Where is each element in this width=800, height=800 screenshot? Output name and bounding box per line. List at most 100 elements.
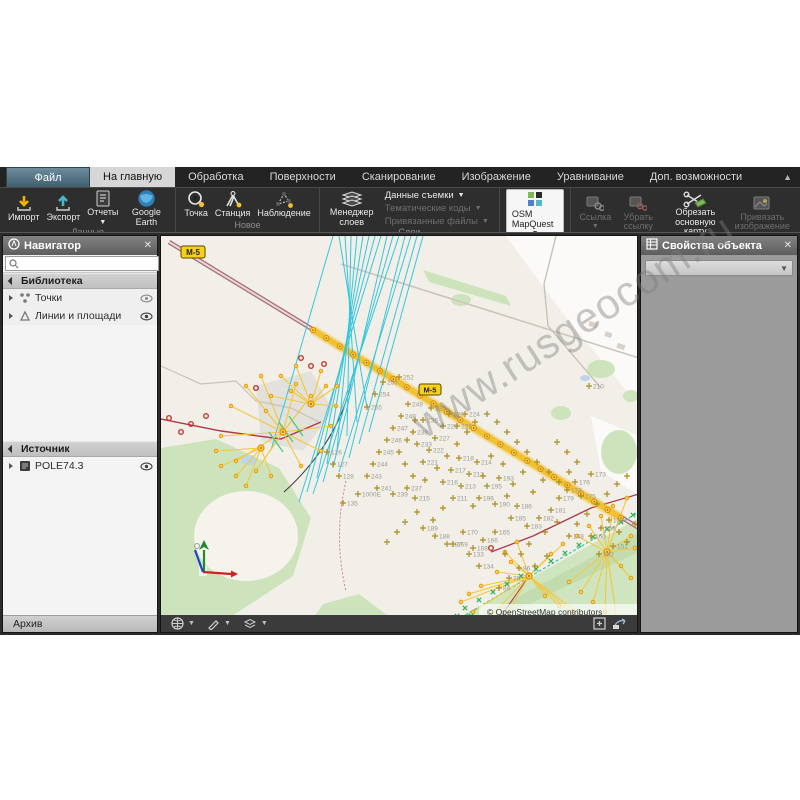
svg-text:186: 186: [521, 504, 532, 511]
svg-text:127: 127: [337, 462, 348, 469]
tab-processing[interactable]: Обработка: [175, 167, 256, 187]
svg-text:196: 196: [483, 496, 494, 503]
add-view-icon[interactable]: [593, 617, 606, 630]
svg-text:158: 158: [605, 526, 616, 533]
import-button[interactable]: Импорт: [6, 194, 41, 223]
svg-text:237: 237: [411, 486, 422, 493]
svg-text:213: 213: [465, 484, 476, 491]
image-icon: [753, 194, 771, 213]
layer-manager-button[interactable]: Менеджер слоев: [326, 189, 378, 227]
object-selector-dropdown[interactable]: ▼: [645, 260, 793, 276]
osm-mapquest-button[interactable]: OSM MapQuest▼: [506, 189, 565, 232]
observation-button[interactable]: Наблюдение: [255, 190, 312, 219]
svg-text:222: 222: [433, 448, 444, 455]
navigator-search[interactable]: [5, 256, 159, 271]
tab-file[interactable]: Файл: [6, 167, 90, 187]
properties-icon: [646, 238, 658, 253]
svg-text:128: 128: [343, 474, 354, 481]
svg-text:214: 214: [481, 460, 492, 467]
tree-item-source-file[interactable]: POLE74.3: [3, 457, 157, 475]
svg-text:236: 236: [427, 418, 438, 425]
svg-text:148: 148: [573, 534, 584, 541]
search-icon: [9, 259, 19, 269]
osm-attribution: © OpenStreetMap contributors: [487, 607, 602, 615]
tab-adjustment[interactable]: Уравнивание: [544, 167, 637, 187]
google-earth-button[interactable]: Google Earth: [123, 189, 169, 227]
pencil-icon: [207, 617, 220, 630]
export-button[interactable]: Экспорт: [44, 194, 82, 223]
station-button[interactable]: Станция: [213, 190, 253, 219]
tab-image[interactable]: Изображение: [449, 167, 544, 187]
archive-bar[interactable]: Архив: [3, 615, 157, 632]
close-icon[interactable]: ✕: [144, 240, 152, 251]
svg-text:211: 211: [457, 496, 468, 503]
pan-mode-icon[interactable]: [612, 617, 627, 630]
svg-text:166: 166: [487, 538, 498, 545]
export-icon: [54, 194, 72, 213]
observation-icon: [274, 190, 294, 209]
lines-item-icon: [19, 310, 31, 322]
reports-icon: [95, 189, 111, 208]
road-badge-m5-2: М-5: [419, 384, 441, 395]
tab-home[interactable]: На главную: [90, 167, 175, 187]
svg-text:86: 86: [503, 586, 511, 593]
svg-text:235: 235: [435, 406, 446, 413]
expand-icon[interactable]: [9, 295, 13, 301]
svg-text:239: 239: [397, 492, 408, 499]
svg-text:1000E: 1000E: [362, 492, 381, 499]
navigator-icon: [8, 238, 20, 253]
svg-text:96: 96: [523, 566, 531, 573]
svg-text:245: 245: [383, 450, 394, 457]
tree-item-lines-areas[interactable]: Линии и площади: [3, 307, 157, 325]
tree-item-points[interactable]: Точки: [3, 289, 157, 307]
caret-icon[interactable]: ▼: [188, 620, 195, 627]
tab-surfaces[interactable]: Поверхности: [257, 167, 349, 187]
section-library[interactable]: Библиотека: [3, 273, 157, 289]
layers-icon: [341, 189, 363, 208]
link-icon: [586, 194, 604, 213]
station-icon: [223, 190, 243, 209]
draw-tool-button[interactable]: [207, 617, 220, 630]
bind-image-button[interactable]: Привязать изображение: [730, 194, 794, 232]
svg-text:169: 169: [457, 542, 468, 549]
svg-text:182: 182: [543, 516, 554, 523]
expand-icon[interactable]: [9, 313, 13, 319]
thematic-codes-menu[interactable]: Тематические коды▼: [385, 203, 489, 214]
ribbon-collapse-icon[interactable]: ▲: [783, 167, 792, 187]
tab-extras[interactable]: Доп. возможности: [637, 167, 755, 187]
visibility-eye-icon[interactable]: [140, 294, 153, 303]
expand-icon[interactable]: [9, 463, 13, 469]
search-input[interactable]: [19, 257, 155, 270]
caret-icon[interactable]: ▼: [224, 620, 231, 627]
visibility-eye-icon[interactable]: [140, 462, 153, 471]
basemap-globe-button[interactable]: [171, 617, 184, 630]
svg-text:246: 246: [391, 438, 402, 445]
svg-text:170: 170: [467, 530, 478, 537]
reports-button[interactable]: Отчеты▼: [85, 189, 120, 227]
unlink-button[interactable]: Убрать ссылку: [616, 194, 660, 232]
survey-data-menu[interactable]: Данные съемки▼: [385, 190, 489, 201]
points-item-icon: [19, 292, 31, 304]
svg-text:189: 189: [427, 526, 438, 533]
section-source[interactable]: Источник: [3, 441, 157, 457]
svg-text:238: 238: [417, 430, 428, 437]
file-icon: [19, 460, 31, 472]
caret-icon[interactable]: ▼: [261, 620, 268, 627]
link-button[interactable]: Ссылка▼: [577, 194, 613, 232]
svg-text:233: 233: [421, 442, 432, 449]
svg-text:254: 254: [379, 392, 390, 399]
attached-files-menu[interactable]: Привязанные файлы▼: [385, 216, 489, 227]
google-earth-icon: [137, 189, 156, 208]
svg-text:185: 185: [515, 516, 526, 523]
svg-text:210: 210: [593, 384, 604, 391]
svg-text:247: 247: [397, 426, 408, 433]
svg-text:215: 215: [419, 496, 430, 503]
point-button[interactable]: Точка: [182, 190, 209, 219]
close-icon[interactable]: ✕: [784, 240, 792, 251]
crop-basemap-button[interactable]: Обрезать основную карту: [663, 189, 727, 232]
visibility-eye-icon[interactable]: [140, 312, 153, 321]
layers-tool-button[interactable]: [243, 618, 257, 629]
ribbon-group-images: Ссылка▼ Убрать ссылку Обрезать основную …: [571, 188, 800, 232]
tab-scanning[interactable]: Сканирование: [349, 167, 449, 187]
map-canvas[interactable]: 2532542552522492482472462452442432412392…: [161, 236, 637, 615]
